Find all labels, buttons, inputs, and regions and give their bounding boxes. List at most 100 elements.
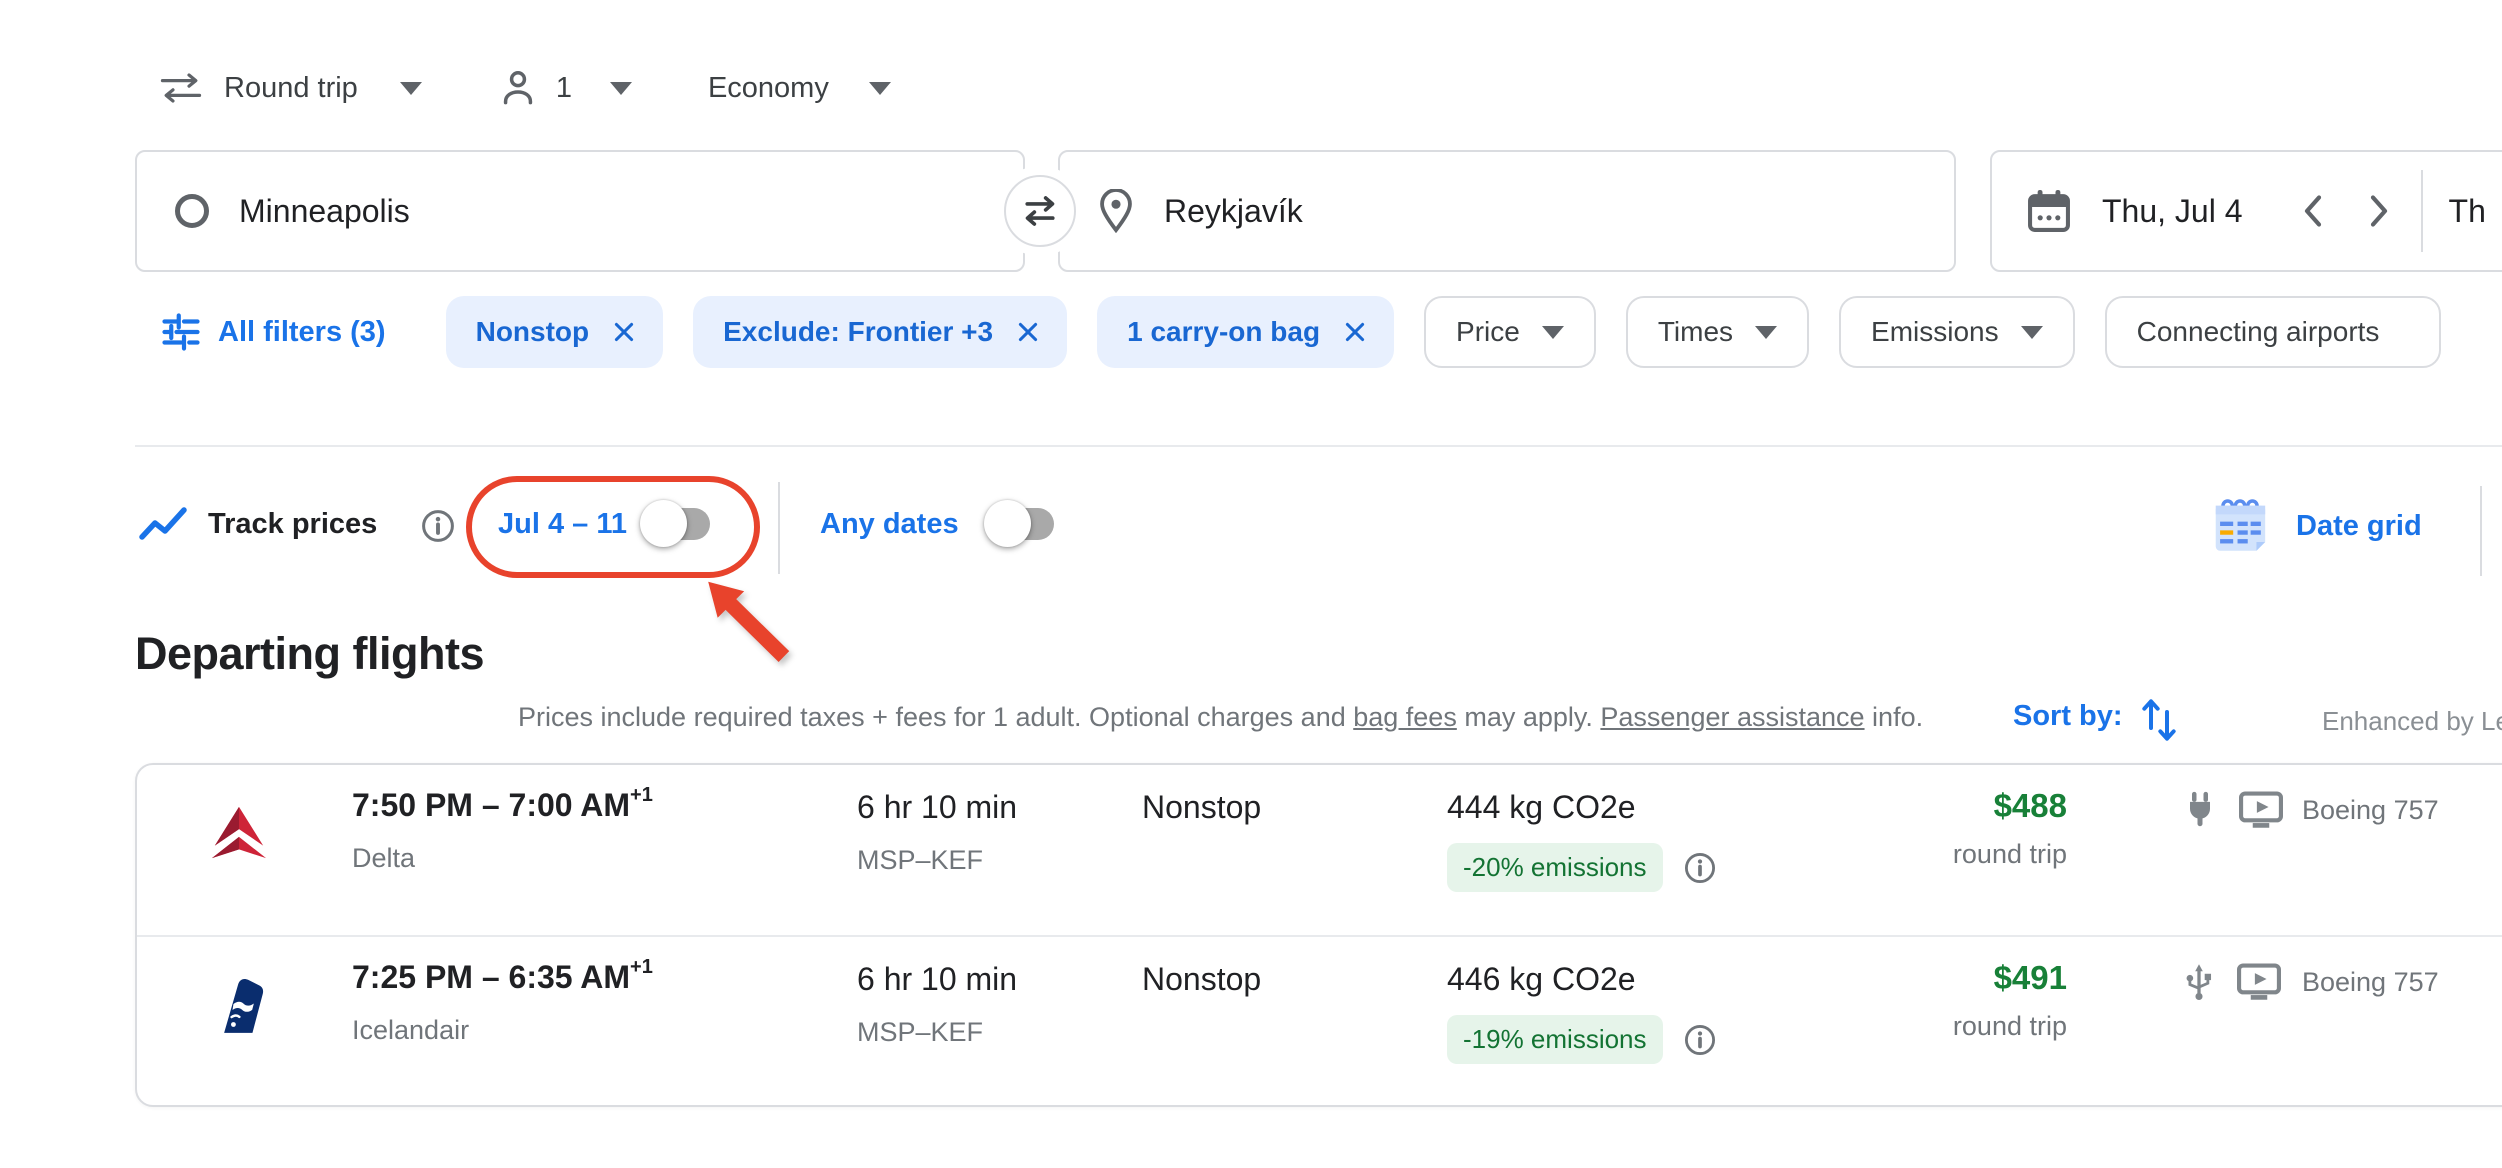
trip-options-bar: Round trip 1 Economy xyxy=(160,62,891,114)
info-icon[interactable] xyxy=(420,508,456,544)
flight-route: MSP–KEF xyxy=(857,845,984,875)
filter-chip-nonstop[interactable]: Nonstop xyxy=(445,296,664,368)
delta-airline-logo xyxy=(207,801,271,865)
info-icon[interactable] xyxy=(1683,851,1717,885)
any-dates-toggle[interactable] xyxy=(984,500,1054,547)
track-prices-label: Track prices xyxy=(208,508,378,540)
passenger-count: 1 xyxy=(555,71,572,104)
disclaimer-text: Prices include required taxes + fees for… xyxy=(518,702,1354,732)
arrival-day-offset: +1 xyxy=(630,956,653,979)
cabin-class-selector[interactable]: Economy xyxy=(708,72,891,105)
annotation-red-arrow xyxy=(708,581,790,662)
field-divider xyxy=(2420,170,2423,252)
close-icon[interactable] xyxy=(1342,319,1368,345)
co2-amount: 446 kg CO2e xyxy=(1447,961,1636,997)
next-date-button[interactable] xyxy=(2367,193,2391,229)
calendar-icon xyxy=(2028,190,2070,232)
flight-price: $488 xyxy=(1993,787,2067,824)
location-pin-icon xyxy=(1100,189,1132,233)
date-range-toggle[interactable] xyxy=(640,500,710,547)
disclaimer-text: info. xyxy=(1864,702,1924,732)
flight-duration: 6 hr 10 min xyxy=(857,961,1018,997)
passengers-selector[interactable]: 1 xyxy=(500,69,632,107)
chevron-down-icon xyxy=(1541,325,1564,339)
amenities xyxy=(2185,963,2281,1001)
flight-times: 7:25 PM – 6:35 AM+1 xyxy=(352,956,653,996)
price-disclaimer: Prices include required taxes + fees for… xyxy=(518,702,1923,733)
date-grid-button[interactable]: Date grid xyxy=(2208,494,2422,558)
filter-chip-carry-on-bag[interactable]: 1 carry-on bag xyxy=(1097,296,1395,368)
flight-times: 7:50 PM – 7:00 AM+1 xyxy=(352,784,653,824)
return-date-value-partial: Th xyxy=(2448,192,2486,229)
amenities xyxy=(2185,791,2283,829)
close-icon[interactable] xyxy=(1015,319,1041,345)
aircraft-type: Boeing 757 xyxy=(2302,795,2439,825)
all-filters-button[interactable]: All filters (3) xyxy=(160,311,386,353)
origin-value: Minneapolis xyxy=(239,192,410,229)
enhanced-by-label: Enhanced by Le xyxy=(2322,706,2502,736)
price-block: $488 round trip xyxy=(1827,787,2067,870)
page-title: Departing flights xyxy=(135,628,485,679)
round-trip-swap-icon xyxy=(160,73,202,103)
price-qualifier: round trip xyxy=(1952,839,2067,869)
emissions-badge: -19% emissions xyxy=(1447,1015,1663,1064)
destination-value: Reykjavík xyxy=(1164,192,1303,229)
emissions-row: -19% emissions xyxy=(1447,1015,1717,1064)
filter-chip-exclude-airlines[interactable]: Exclude: Frontier +3 xyxy=(693,296,1068,368)
co2-amount: 444 kg CO2e xyxy=(1447,789,1636,825)
person-icon xyxy=(503,71,532,105)
chevron-down-icon xyxy=(1755,325,1778,339)
chevron-down-icon xyxy=(868,81,891,95)
chip-label: Emissions xyxy=(1871,316,1999,347)
trip-type-label: Round trip xyxy=(224,71,358,104)
origin-field[interactable]: Minneapolis xyxy=(135,150,1025,272)
chevron-down-icon xyxy=(609,81,632,95)
filter-chip-emissions[interactable]: Emissions xyxy=(1839,296,2075,368)
time-range: 7:25 PM – 6:35 AM xyxy=(352,959,631,995)
sort-by-button[interactable]: Sort by: xyxy=(2013,699,2179,744)
price-qualifier: round trip xyxy=(1952,1011,2067,1041)
passenger-assistance-link[interactable]: Passenger assistance xyxy=(1600,702,1864,732)
aircraft-type: Boeing 757 xyxy=(2302,967,2439,997)
flight-stops: Nonstop xyxy=(1142,961,1262,997)
any-dates-label: Any dates xyxy=(820,508,959,540)
flight-results-card: 7:50 PM – 7:00 AM+1 Delta 6 hr 10 min MS… xyxy=(135,763,2502,1107)
date-grid-label: Date grid xyxy=(2296,509,2422,542)
flight-row-icelandair[interactable]: 7:25 PM – 6:35 AM+1 Icelandair 6 hr 10 m… xyxy=(137,935,2502,1107)
swap-fields-icon xyxy=(1025,196,1055,226)
tune-icon xyxy=(162,313,200,351)
disclaimer-text: may apply. xyxy=(1456,702,1601,732)
info-icon[interactable] xyxy=(1683,1023,1717,1057)
dates-field[interactable]: Thu, Jul 4 Th xyxy=(1990,150,2502,272)
emissions-row: -20% emissions xyxy=(1447,843,1717,892)
airline-name: Icelandair xyxy=(352,1015,470,1045)
usb-icon xyxy=(2186,964,2212,1000)
flight-row-delta[interactable]: 7:50 PM – 7:00 AM+1 Delta 6 hr 10 min MS… xyxy=(137,765,2502,935)
chip-label: Connecting airports xyxy=(2136,316,2380,347)
flight-route: MSP–KEF xyxy=(857,1017,984,1047)
sort-by-label: Sort by: xyxy=(2013,700,2123,732)
trip-type-selector[interactable]: Round trip xyxy=(160,72,422,105)
emissions-badge: -20% emissions xyxy=(1447,843,1663,892)
destination-field[interactable]: Reykjavík xyxy=(1058,150,1956,272)
filter-chip-times[interactable]: Times xyxy=(1625,296,1810,368)
date-grid-icon xyxy=(2215,499,2266,551)
origin-circle-icon xyxy=(175,194,209,228)
filter-chip-connecting-airports[interactable]: Connecting airports xyxy=(2104,296,2442,368)
close-icon[interactable] xyxy=(611,319,637,345)
chip-label: Price xyxy=(1456,316,1520,347)
previous-date-button[interactable] xyxy=(2301,193,2325,229)
chip-label: Exclude: Frontier +3 xyxy=(723,316,994,347)
bag-fees-link[interactable]: bag fees xyxy=(1353,702,1457,732)
filter-chip-price[interactable]: Price xyxy=(1424,296,1596,368)
filter-bar: All filters (3) Nonstop Exclude: Frontie… xyxy=(160,296,2442,368)
departure-date-value: Thu, Jul 4 xyxy=(2102,192,2243,229)
flight-stops: Nonstop xyxy=(1142,789,1262,825)
all-filters-label: All filters (3) xyxy=(218,315,386,348)
seatback-video-icon xyxy=(2239,791,2283,828)
chip-label: 1 carry-on bag xyxy=(1127,316,1321,347)
chevron-down-icon xyxy=(399,81,422,95)
swap-origin-destination-button[interactable] xyxy=(1004,175,1076,247)
power-outlet-icon xyxy=(2190,791,2210,827)
arrival-day-offset: +1 xyxy=(630,784,653,807)
